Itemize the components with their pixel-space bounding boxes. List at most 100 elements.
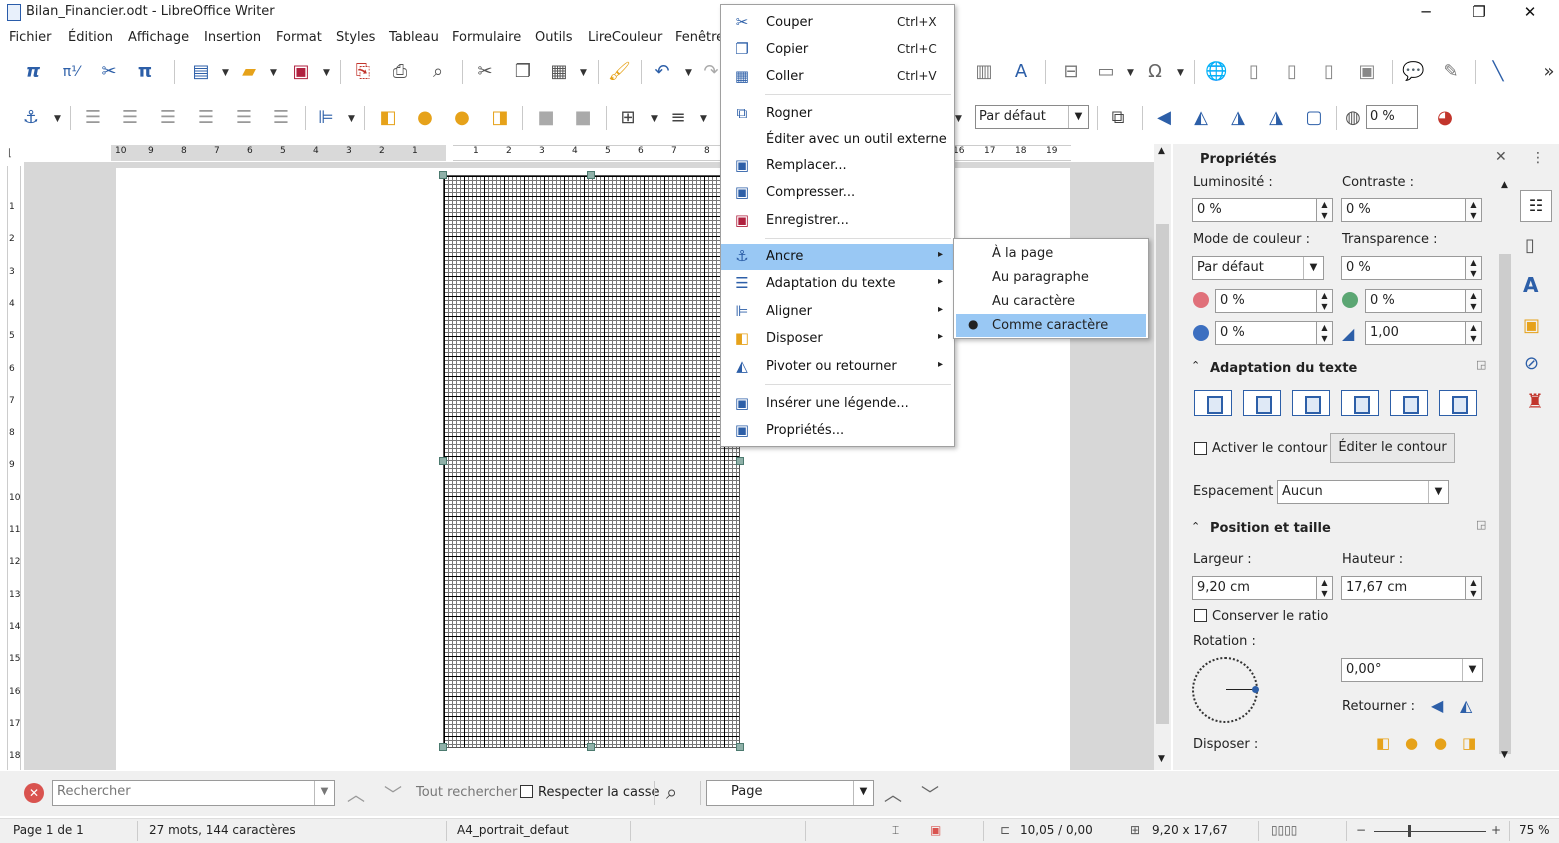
height-field[interactable]: 17,67 cm xyxy=(1341,576,1471,600)
zoom-out-icon[interactable]: − xyxy=(1356,823,1366,837)
selected-grid-image[interactable] xyxy=(443,175,740,748)
scope-next-icon[interactable]: ﹀ xyxy=(921,781,939,807)
rotation-dial[interactable] xyxy=(1192,657,1259,723)
export-pdf-icon[interactable]: ⎘ xyxy=(352,61,374,83)
menu-formulaire[interactable]: Formulaire xyxy=(452,30,521,45)
search-scope-select[interactable]: Page ▼ xyxy=(706,780,874,806)
luminosite-spinner[interactable]: ▲ ▼ xyxy=(1316,198,1333,222)
scroll-up-icon[interactable]: ▲ xyxy=(1158,146,1165,156)
flip-horizontal-icon[interactable]: ◭ xyxy=(1460,696,1472,715)
find-next-icon[interactable]: ﹀ xyxy=(384,781,402,807)
transparency-field[interactable]: 0 % xyxy=(1366,105,1418,129)
menu-item-pivoter[interactable]: ◭ Pivoter ou retourner ▸ xyxy=(721,354,954,380)
tab-stop-icon[interactable]: ⌊ xyxy=(8,148,12,159)
menu-outils[interactable]: Outils xyxy=(535,30,573,45)
page-style[interactable]: A4_portrait_defaut xyxy=(457,823,569,837)
new-document-icon[interactable]: ▤ xyxy=(190,61,212,83)
formula-settings-icon[interactable]: π xyxy=(134,61,156,83)
menu-lirecouleur[interactable]: LireCouleur xyxy=(588,30,662,45)
zoom-level[interactable]: 75 % xyxy=(1519,823,1550,837)
luminosite-field[interactable]: 0 % xyxy=(1192,198,1322,222)
edit-contour-button[interactable]: Éditer le contour xyxy=(1330,433,1455,463)
menu-fichier[interactable]: Fichier xyxy=(9,30,52,45)
navigator-deck-icon[interactable]: ⊘ xyxy=(1524,353,1539,374)
menu-item-proprietes[interactable]: ▣ Propriétés... xyxy=(721,418,954,444)
menu-item-copier[interactable]: ❐ Copier Ctrl+C xyxy=(721,37,954,63)
to-foreground-icon[interactable]: ■ xyxy=(535,107,557,129)
more-options-icon[interactable]: ◲ xyxy=(1476,358,1486,371)
wrap-off-icon[interactable]: ☰ xyxy=(82,107,104,129)
contour-checkbox[interactable] xyxy=(1194,442,1207,455)
color-settings-icon[interactable]: ◕ xyxy=(1434,107,1456,129)
rotation-handle[interactable] xyxy=(1252,686,1259,693)
chevron-down-icon[interactable]: ▼ xyxy=(222,68,229,78)
submenu-item-paragraphe[interactable]: Au paragraphe xyxy=(956,266,1146,289)
menu-item-ancre[interactable]: ⚓ Ancre ▸ xyxy=(721,244,954,270)
wrap-right-icon[interactable]: ☰ xyxy=(233,107,255,129)
resize-handle[interactable] xyxy=(439,743,447,751)
sidebar-menu-icon[interactable]: ⋮ xyxy=(1531,150,1545,166)
wrap-optimal-icon[interactable]: ☰ xyxy=(157,107,179,129)
blue-spinner[interactable]: ▲ ▼ xyxy=(1316,321,1333,345)
menu-item-coller[interactable]: ▦ Coller Ctrl+V xyxy=(721,64,954,90)
chevron-down-icon[interactable]: ▼ xyxy=(1177,68,1184,78)
align-objects-icon[interactable]: ⊫ xyxy=(315,107,337,129)
rotate-mode-icon[interactable]: ▢ xyxy=(1303,107,1325,129)
print-icon[interactable]: ⎙ xyxy=(389,61,411,83)
rotate-right-icon[interactable]: ◮ xyxy=(1265,107,1287,129)
menu-item-editer-externe[interactable]: Éditer avec un outil externe xyxy=(721,127,954,153)
keep-ratio-checkbox[interactable] xyxy=(1194,609,1207,622)
chevron-down-icon[interactable]: ▼ xyxy=(323,68,330,78)
chevron-down-icon[interactable]: ▼ xyxy=(955,114,962,124)
scroll-down-icon[interactable]: ▼ xyxy=(1158,754,1165,764)
undo-icon[interactable]: ↶ xyxy=(651,61,673,83)
print-preview-icon[interactable]: ⌕ xyxy=(427,61,449,83)
menu-item-disposer[interactable]: ◧ Disposer ▸ xyxy=(721,326,954,352)
menu-tableau[interactable]: Tableau xyxy=(389,30,439,45)
zoom-in-icon[interactable]: + xyxy=(1491,823,1501,837)
send-backward-icon[interactable]: ● xyxy=(451,107,473,129)
close-icon[interactable]: ✕ xyxy=(1495,149,1507,165)
rotation-select[interactable]: 0,00° ▼ xyxy=(1341,658,1483,682)
menu-fenetre[interactable]: Fenêtre xyxy=(675,30,724,45)
close-findbar-icon[interactable]: ✕ xyxy=(24,783,44,803)
endnote-icon[interactable]: ▯ xyxy=(1281,61,1303,83)
resize-handle[interactable] xyxy=(587,743,595,751)
resize-handle[interactable] xyxy=(736,743,744,751)
view-layout-icon[interactable]: ▯▯▯▯ xyxy=(1271,823,1297,837)
zoom-slider[interactable] xyxy=(1374,831,1486,832)
pi-formula-icon[interactable]: π xyxy=(22,61,44,83)
restore-button[interactable]: ❐ xyxy=(1456,0,1502,26)
redo-icon[interactable]: ↷ xyxy=(700,61,722,83)
insert-mode-icon[interactable]: ⌶ xyxy=(892,823,899,838)
chevron-down-icon[interactable]: ▼ xyxy=(651,114,658,124)
green-spinner[interactable]: ▲ ▼ xyxy=(1465,289,1482,313)
send-backward-icon[interactable]: ● xyxy=(1434,734,1447,752)
page-count[interactable]: Page 1 de 1 xyxy=(13,823,84,837)
submenu-item-caractere[interactable]: Au caractère xyxy=(956,290,1146,313)
wrap-through-button[interactable] xyxy=(1439,390,1477,416)
menu-item-rogner[interactable]: ⧉ Rogner xyxy=(721,101,954,127)
properties-deck-icon[interactable]: ☷ xyxy=(1520,190,1552,222)
anchor-icon[interactable]: ⚓ xyxy=(20,107,42,129)
wrap-page-icon[interactable]: ☰ xyxy=(119,107,141,129)
copy-icon[interactable]: ❐ xyxy=(512,61,534,83)
resize-handle[interactable] xyxy=(736,457,744,465)
menu-insertion[interactable]: Insertion xyxy=(204,30,261,45)
menu-edition[interactable]: Édition xyxy=(68,30,113,45)
zoom-slider-thumb[interactable] xyxy=(1408,825,1411,837)
chevron-down-icon[interactable]: ▼ xyxy=(348,114,355,124)
red-spinner[interactable]: ▲ ▼ xyxy=(1316,289,1333,313)
menu-item-adaptation[interactable]: ☰ Adaptation du texte ▸ xyxy=(721,271,954,297)
bring-to-front-icon[interactable]: ◧ xyxy=(377,107,399,129)
chevron-down-icon[interactable]: ▼ xyxy=(700,114,707,124)
wrap-section-title[interactable]: Adaptation du texte xyxy=(1210,361,1357,376)
styles-deck-icon[interactable]: A xyxy=(1523,273,1538,297)
insert-field-icon[interactable]: ▭ xyxy=(1095,61,1117,83)
special-character-icon[interactable]: Ω xyxy=(1144,61,1166,83)
menu-item-aligner[interactable]: ⊫ Aligner ▸ xyxy=(721,299,954,325)
wrap-through-icon[interactable]: ☰ xyxy=(270,107,292,129)
vertical-ruler[interactable]: 1 2 3 4 5 6 7 8 9 10 11 12 13 14 15 16 17 18 xyxy=(0,166,24,770)
contraste-field[interactable]: 0 % xyxy=(1341,198,1471,222)
wrap-before-button[interactable] xyxy=(1341,390,1379,416)
